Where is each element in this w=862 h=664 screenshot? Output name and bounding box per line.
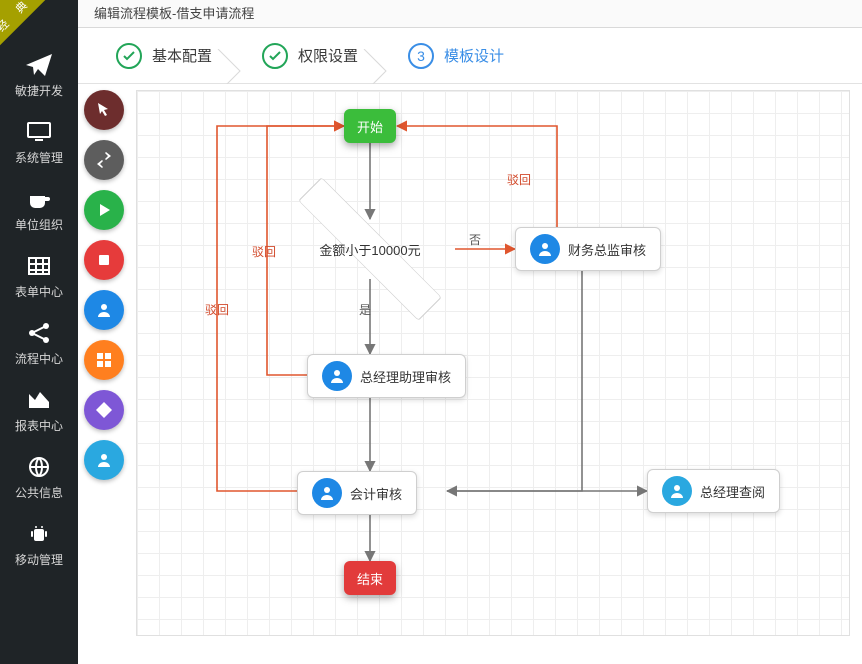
area-chart-icon	[26, 389, 52, 411]
node-label: 总经理助理审核	[360, 367, 451, 386]
node-label: 金额小于10000元	[285, 219, 455, 279]
flow-canvas[interactable]: 开始 金额小于10000元 财务总监审核 总经理助理审核 会计审核	[136, 90, 850, 636]
tool-user-task[interactable]	[84, 290, 124, 330]
nav-system-mgmt[interactable]: 系统管理	[0, 109, 78, 176]
edge-label-yes: 是	[359, 301, 371, 318]
ribbon-label: 经 典	[0, 0, 42, 42]
coffee-icon	[26, 188, 52, 210]
tool-start-node[interactable]	[84, 190, 124, 230]
nav-mobile-mgmt[interactable]: 移动管理	[0, 511, 78, 578]
check-icon	[262, 43, 288, 69]
nav-form-center[interactable]: 表单中心	[0, 243, 78, 310]
tool-pointer[interactable]	[84, 90, 124, 130]
node-finance-review[interactable]: 财务总监审核	[515, 227, 661, 271]
nav-label: 流程中心	[0, 350, 78, 367]
node-accountant-review[interactable]: 会计审核	[297, 471, 417, 515]
share-icon	[26, 322, 52, 344]
node-palette	[84, 90, 124, 480]
step-permission[interactable]: 权限设置	[230, 43, 376, 69]
user-icon	[530, 234, 560, 264]
nav-report-center[interactable]: 报表中心	[0, 377, 78, 444]
node-gm-view[interactable]: 总经理查阅	[647, 469, 780, 513]
nav-label: 报表中心	[0, 417, 78, 434]
node-label: 开始	[357, 117, 383, 136]
tool-role-task[interactable]	[84, 440, 124, 480]
edge-label-no: 否	[469, 231, 481, 248]
sidebar: 经 典 敏捷开发 系统管理 单位组织 表单中心 流程中心 报表中心 公共信息 移…	[0, 0, 78, 664]
user-icon	[662, 476, 692, 506]
user-icon	[95, 301, 113, 319]
edge-label-reject-account: 驳回	[205, 301, 229, 318]
ribbon-classic: 经 典	[0, 0, 45, 45]
step-basic-config[interactable]: 基本配置	[98, 43, 230, 69]
user-icon	[312, 478, 342, 508]
page-header: 编辑流程模板-借支申请流程	[78, 0, 862, 28]
step-label: 模板设计	[444, 45, 504, 66]
flow-edges	[137, 91, 849, 635]
tool-grid-task[interactable]	[84, 340, 124, 380]
node-label: 会计审核	[350, 484, 402, 503]
node-end[interactable]: 结束	[344, 561, 396, 595]
check-icon	[116, 43, 142, 69]
paper-plane-icon	[26, 54, 52, 76]
nav-label: 移动管理	[0, 551, 78, 568]
step-label: 基本配置	[152, 45, 212, 66]
node-start[interactable]: 开始	[344, 109, 396, 143]
node-label: 总经理查阅	[700, 482, 765, 501]
step-label: 权限设置	[298, 45, 358, 66]
nav-public-info[interactable]: 公共信息	[0, 444, 78, 511]
grid-icon	[26, 255, 52, 277]
stop-icon	[96, 252, 112, 268]
node-label: 财务总监审核	[568, 240, 646, 259]
nav-label: 公共信息	[0, 484, 78, 501]
tool-end-node[interactable]	[84, 240, 124, 280]
diamond-icon	[95, 401, 113, 419]
globe-icon	[26, 456, 52, 478]
nav-label: 敏捷开发	[0, 82, 78, 99]
step-template-design[interactable]: 3 模板设计	[376, 43, 522, 69]
grid4-icon	[96, 352, 112, 368]
nav-agile-dev[interactable]: 敏捷开发	[0, 42, 78, 109]
nav-label: 系统管理	[0, 149, 78, 166]
nav-flow-center[interactable]: 流程中心	[0, 310, 78, 377]
cursor-icon	[95, 101, 113, 119]
edge-label-reject-assist: 驳回	[252, 243, 276, 260]
user-icon	[322, 361, 352, 391]
step-number-icon: 3	[408, 43, 434, 69]
android-icon	[26, 523, 52, 545]
tool-decision[interactable]	[84, 390, 124, 430]
play-icon	[96, 202, 112, 218]
node-label: 结束	[357, 569, 383, 588]
user-icon	[95, 451, 113, 469]
page-title: 编辑流程模板-借支申请流程	[94, 6, 254, 21]
swap-icon	[94, 151, 114, 169]
nav-label: 表单中心	[0, 283, 78, 300]
designer-workarea: 开始 金额小于10000元 财务总监审核 总经理助理审核 会计审核	[78, 84, 862, 664]
nav-org[interactable]: 单位组织	[0, 176, 78, 243]
edge-label-reject-finance: 驳回	[507, 171, 531, 188]
step-wizard: 基本配置 权限设置 3 模板设计	[78, 28, 862, 84]
monitor-icon	[26, 121, 52, 143]
nav-label: 单位组织	[0, 216, 78, 233]
node-decision-amount[interactable]: 金额小于10000元	[285, 219, 455, 279]
node-assistant-review[interactable]: 总经理助理审核	[307, 354, 466, 398]
tool-transition[interactable]	[84, 140, 124, 180]
